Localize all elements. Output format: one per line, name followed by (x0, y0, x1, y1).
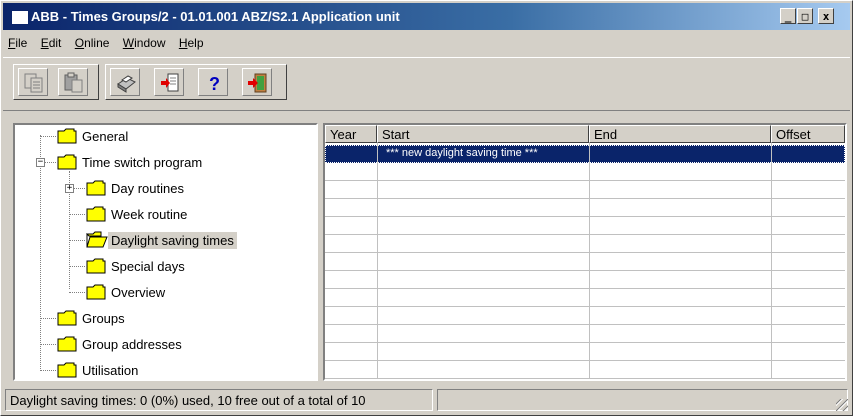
paste-button[interactable] (58, 68, 88, 96)
daylight-saving-grid[interactable]: Year Start End Offset *** new daylight s… (323, 123, 847, 381)
table-row[interactable] (325, 217, 845, 235)
folder-icon (86, 180, 106, 196)
column-header-start[interactable]: Start (377, 125, 589, 143)
resize-grip-icon[interactable] (836, 399, 848, 411)
table-row[interactable] (325, 307, 845, 325)
exit-icon (248, 73, 267, 93)
table-row-selected[interactable]: *** new daylight saving time *** (325, 145, 845, 163)
table-row[interactable] (325, 163, 845, 181)
menu-online[interactable]: Online (70, 33, 115, 53)
table-row[interactable] (325, 271, 845, 289)
folder-icon (57, 128, 77, 144)
column-divider (377, 143, 378, 379)
menu-bar: File Edit Online Window Help (3, 33, 850, 55)
column-header-year[interactable]: Year (325, 125, 377, 143)
menu-window[interactable]: Window (118, 33, 171, 53)
folder-icon (57, 154, 77, 170)
folder-icon (57, 336, 77, 352)
status-bar: Daylight saving times: 0 (0%) used, 10 f… (3, 387, 850, 413)
table-row[interactable] (325, 181, 845, 199)
table-row[interactable] (325, 235, 845, 253)
table-row[interactable] (325, 253, 845, 271)
print-icon (117, 75, 136, 93)
title-bar[interactable]: ABB - Times Groups/2 - 01.01.001 ABZ/S2.… (3, 3, 850, 30)
maximize-button[interactable]: □ (797, 8, 813, 24)
menu-file[interactable]: File (3, 33, 32, 53)
status-text: Daylight saving times: 0 (0%) used, 10 f… (5, 389, 433, 411)
svg-text:?: ? (209, 74, 220, 94)
new-entry-cell[interactable]: *** new daylight saving time *** (386, 147, 538, 159)
help-button[interactable]: ? (198, 68, 228, 96)
close-button[interactable]: x (818, 8, 834, 24)
tree-connector (40, 135, 41, 371)
table-row[interactable] (325, 361, 845, 379)
column-divider (771, 143, 772, 379)
app-icon (11, 10, 29, 25)
copy-icon (24, 73, 43, 93)
application-window: ABB - Times Groups/2 - 01.01.001 ABZ/S2.… (0, 0, 853, 416)
exit-button[interactable] (242, 68, 272, 96)
toolbar-group-edit (13, 64, 99, 100)
table-row[interactable] (325, 199, 845, 217)
folder-icon (86, 206, 106, 222)
print-button[interactable] (110, 68, 140, 96)
expand-icon[interactable]: + (65, 184, 74, 193)
help-icon: ? (209, 74, 220, 94)
table-row[interactable] (325, 289, 845, 307)
window-title: ABB - Times Groups/2 - 01.01.001 ABZ/S2.… (31, 9, 400, 24)
collapse-icon[interactable]: − (36, 158, 45, 167)
menu-help[interactable]: Help (174, 33, 209, 53)
folder-icon (57, 362, 77, 378)
toolbar: ? (3, 57, 850, 111)
copy-button[interactable] (18, 68, 48, 96)
paste-icon (64, 72, 83, 93)
table-row[interactable] (325, 325, 845, 343)
column-header-offset[interactable]: Offset (771, 125, 845, 143)
menu-edit[interactable]: Edit (36, 33, 67, 53)
status-pane-empty (437, 389, 848, 411)
open-folder-icon (86, 231, 108, 248)
folder-icon (57, 310, 77, 326)
table-row[interactable] (325, 343, 845, 361)
column-header-end[interactable]: End (589, 125, 771, 143)
minimize-button[interactable]: _ (780, 8, 796, 24)
toolbar-group-main: ? (105, 64, 287, 100)
column-divider (589, 143, 590, 379)
tree-view[interactable]: General − Time switch program + Day rout… (13, 123, 318, 381)
folder-icon (86, 284, 106, 300)
import-button[interactable] (154, 68, 184, 96)
import-icon (161, 73, 179, 92)
folder-icon (86, 258, 106, 274)
